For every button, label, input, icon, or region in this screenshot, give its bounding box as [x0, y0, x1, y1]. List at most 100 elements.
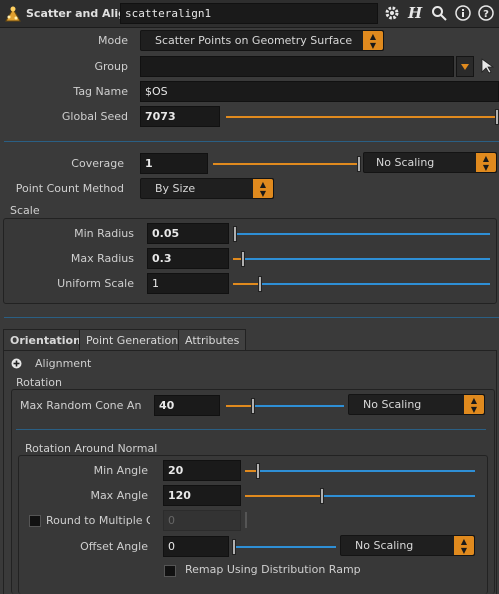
coverage-scaling-dropdown[interactable]: No Scaling ▲ ▼ — [363, 152, 497, 173]
alignment-label[interactable]: Alignment — [35, 357, 91, 370]
remap-ramp-checkbox[interactable] — [164, 565, 176, 577]
node-type-label: Scatter and Align — [26, 7, 134, 20]
slider-track-filled — [233, 283, 258, 285]
tab-point-generation[interactable]: Point Generation — [79, 329, 186, 351]
coverage-slider[interactable] — [213, 155, 361, 173]
remap-ramp-label: Remap Using Distribution Ramp — [185, 563, 361, 576]
slider-track-remaining — [245, 258, 490, 260]
slider-track-filled — [226, 116, 495, 118]
tag-name-label: Tag Name — [73, 85, 128, 98]
global-seed-slider[interactable] — [226, 108, 499, 126]
min-angle-slider[interactable] — [245, 462, 475, 480]
round-multiple-field[interactable]: 0 — [163, 510, 241, 531]
mode-label: Mode — [98, 34, 128, 47]
coverage-scaling-spinner-icon: ▲ ▼ — [476, 153, 496, 172]
gear-icon[interactable] — [384, 5, 400, 21]
slider-handle[interactable] — [258, 276, 262, 292]
round-multiple-slider-handle — [245, 512, 247, 528]
node-name-field[interactable]: scatteralign1 — [120, 3, 378, 24]
point-count-method-label: Point Count Method — [15, 182, 124, 195]
tab-attributes[interactable]: Attributes — [178, 329, 247, 351]
slider-track-filled — [233, 258, 241, 260]
max-cone-angle-slider[interactable] — [226, 397, 344, 415]
slider-handle[interactable] — [251, 398, 255, 414]
global-seed-field[interactable]: 7073 — [140, 106, 220, 127]
slider-track-filled — [226, 405, 251, 407]
section-separator-2 — [4, 317, 499, 318]
select-arrow-icon[interactable] — [480, 58, 495, 74]
group-field[interactable] — [140, 56, 454, 77]
min-radius-field[interactable]: 0.05 — [147, 223, 229, 244]
header-bar: Scatter and Align scatteralign1 H ? — [0, 0, 499, 28]
slider-track-remaining — [236, 546, 336, 548]
coverage-label: Coverage — [71, 157, 124, 170]
max-angle-slider[interactable] — [245, 487, 475, 505]
scale-title: Scale — [10, 204, 40, 217]
slider-handle[interactable] — [233, 226, 237, 242]
point-count-method-spinner-icon: ▲ ▼ — [253, 179, 273, 198]
max-radius-label: Max Radius — [70, 252, 134, 265]
slider-handle[interactable] — [241, 251, 245, 267]
slider-track-remaining — [237, 233, 490, 235]
offset-scaling-value: No Scaling — [355, 539, 414, 552]
expand-plus-icon[interactable] — [11, 358, 22, 369]
mode-spinner-icon: ▲ ▼ — [363, 31, 383, 50]
coverage-field[interactable]: 1 — [140, 153, 208, 174]
rotation-separator — [16, 429, 486, 430]
slider-track-filled — [245, 470, 256, 472]
rotation-title: Rotation — [16, 376, 63, 389]
offset-angle-label: Offset Angle — [80, 540, 148, 553]
offset-scaling-spinner-icon: ▲ ▼ — [454, 536, 474, 555]
max-cone-angle-label: Max Random Cone An... — [20, 399, 142, 412]
tag-name-field[interactable]: $OS — [140, 81, 499, 102]
slider-track-remaining — [260, 470, 475, 472]
slider-track-remaining — [324, 495, 475, 497]
uniform-scale-field[interactable]: 1 — [147, 273, 229, 294]
round-multiple-checkbox[interactable] — [29, 515, 41, 527]
slider-handle[interactable] — [495, 109, 499, 125]
min-radius-slider[interactable] — [233, 225, 490, 243]
slider-track-remaining — [262, 283, 490, 285]
help-icon[interactable]: ? — [478, 5, 494, 21]
help-h-icon[interactable]: H — [408, 4, 422, 22]
mode-dropdown[interactable]: Scatter Points on Geometry Surface ▲ ▼ — [140, 30, 384, 51]
min-radius-label: Min Radius — [74, 227, 134, 240]
slider-track-remaining — [255, 405, 344, 407]
round-multiple-label: Round to Multiple Of — [46, 514, 150, 527]
node-type-icon — [4, 5, 22, 23]
group-menu-button[interactable] — [456, 56, 474, 77]
max-cone-scaling-spinner-icon: ▲ ▼ — [464, 395, 484, 414]
svg-text:?: ? — [483, 9, 489, 20]
max-radius-field[interactable]: 0.3 — [147, 248, 229, 269]
slider-handle[interactable] — [357, 156, 361, 172]
offset-angle-field[interactable]: 0 — [163, 536, 229, 557]
chevron-down-icon — [461, 64, 469, 70]
tab-orientation[interactable]: Orientation — [3, 329, 88, 351]
slider-track-filled — [213, 163, 357, 165]
max-angle-label: Max Angle — [90, 489, 148, 502]
global-seed-label: Global Seed — [61, 110, 128, 123]
point-count-method-value: By Size — [155, 182, 196, 195]
coverage-scaling-value: No Scaling — [376, 156, 435, 169]
mode-value: Scatter Points on Geometry Surface — [155, 34, 353, 47]
offset-angle-slider[interactable] — [232, 538, 336, 556]
uniform-scale-label: Uniform Scale — [57, 277, 134, 290]
group-label: Group — [94, 60, 129, 73]
slider-handle[interactable] — [320, 488, 324, 504]
slider-handle[interactable] — [232, 539, 236, 555]
offset-scaling-dropdown[interactable]: No Scaling ▲ ▼ — [340, 535, 475, 556]
slider-track-filled — [245, 495, 320, 497]
section-separator — [4, 141, 499, 142]
search-icon[interactable] — [431, 5, 447, 21]
uniform-scale-slider[interactable] — [233, 275, 490, 293]
max-cone-angle-field[interactable]: 40 — [154, 395, 220, 416]
info-icon[interactable] — [455, 5, 471, 21]
min-angle-label: Min Angle — [93, 464, 148, 477]
max-cone-scaling-dropdown[interactable]: No Scaling ▲ ▼ — [348, 394, 485, 415]
max-angle-field[interactable]: 120 — [163, 485, 241, 506]
max-radius-slider[interactable] — [233, 250, 490, 268]
max-cone-scaling-value: No Scaling — [363, 398, 422, 411]
min-angle-field[interactable]: 20 — [163, 460, 241, 481]
point-count-method-dropdown[interactable]: By Size ▲ ▼ — [140, 178, 274, 199]
slider-handle[interactable] — [256, 463, 260, 479]
